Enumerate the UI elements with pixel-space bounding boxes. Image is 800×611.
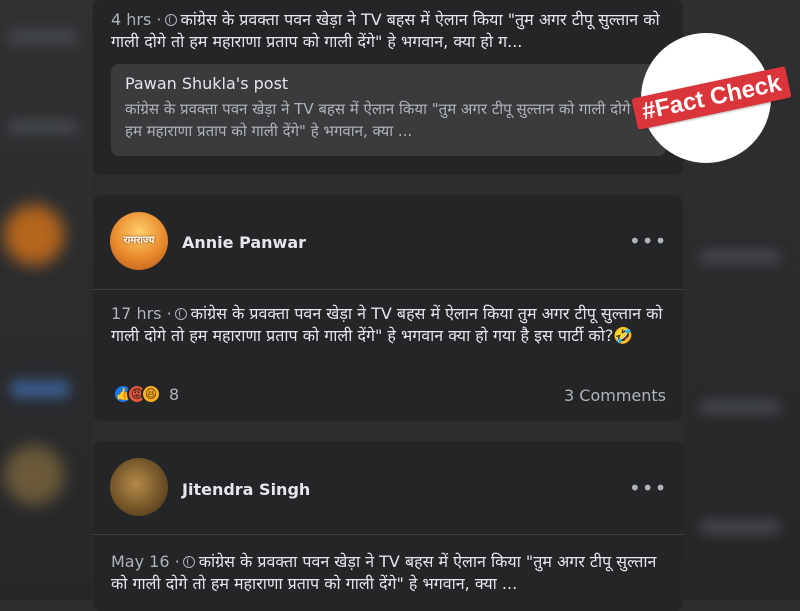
post-text: 17 hrs · कांग्रेस के प्रवक्ता पवन खेड़ा न… (111, 304, 663, 345)
post-card: Jitendra Singh ••• May 16 · कांग्रेस के प… (93, 441, 683, 611)
divider (93, 534, 683, 535)
author-name[interactable]: Annie Panwar (182, 233, 306, 252)
author-name[interactable]: Jitendra Singh (182, 480, 310, 499)
haha-reaction-icon: 😆 (141, 384, 161, 404)
shared-post-text: कांग्रेस के प्रवक्ता पवन खेड़ा ने TV बहस… (125, 100, 648, 140)
post-time[interactable]: May 16 (111, 552, 170, 571)
globe-icon (182, 556, 195, 568)
globe-icon (164, 14, 177, 26)
blurred-row (700, 250, 780, 264)
comments-link[interactable]: 3 Comments (564, 386, 666, 405)
blurred-row (700, 520, 780, 534)
blurred-row (8, 120, 78, 134)
post-time[interactable]: 17 hrs (111, 304, 162, 323)
blurred-avatar (4, 445, 64, 505)
post-text: 4 hrs · कांग्रेस के प्रवक्ता पवन खेड़ा ने… (111, 10, 660, 51)
divider (93, 289, 683, 290)
globe-icon (174, 308, 187, 320)
more-options-icon[interactable]: ••• (629, 476, 667, 500)
background-left (0, 0, 92, 600)
reaction-count: 8 (169, 384, 180, 404)
avatar[interactable] (110, 458, 168, 516)
post-time[interactable]: 4 hrs (111, 10, 151, 29)
post-text: May 16 · कांग्रेस के प्रवक्ता पवन खेड़ा न… (111, 552, 657, 593)
post-card-top: 4 hrs · कांग्रेस के प्रवक्ता पवन खेड़ा ने… (93, 0, 683, 175)
avatar-label: रामराज्य (123, 235, 155, 246)
reactions-summary[interactable]: 👍 😡 😆 8 (113, 384, 179, 404)
blurred-row (8, 30, 78, 44)
post-body: कांग्रेस के प्रवक्ता पवन खेड़ा ने TV बहस… (111, 304, 663, 345)
blurred-avatar (4, 205, 64, 265)
avatar[interactable]: रामराज्य (110, 212, 168, 270)
shared-post-preview[interactable]: Pawan Shukla's post कांग्रेस के प्रवक्ता… (111, 64, 666, 156)
blurred-row (10, 380, 70, 398)
post-card: रामराज्य Annie Panwar ••• 17 hrs · कांग्र… (93, 195, 683, 421)
post-body: कांग्रेस के प्रवक्ता पवन खेड़ा ने TV बहस… (111, 10, 660, 51)
blurred-row (700, 400, 780, 414)
fact-check-badge: #Fact Check (631, 33, 793, 167)
more-options-icon[interactable]: ••• (629, 229, 667, 253)
shared-post-title: Pawan Shukla's post (125, 74, 289, 93)
